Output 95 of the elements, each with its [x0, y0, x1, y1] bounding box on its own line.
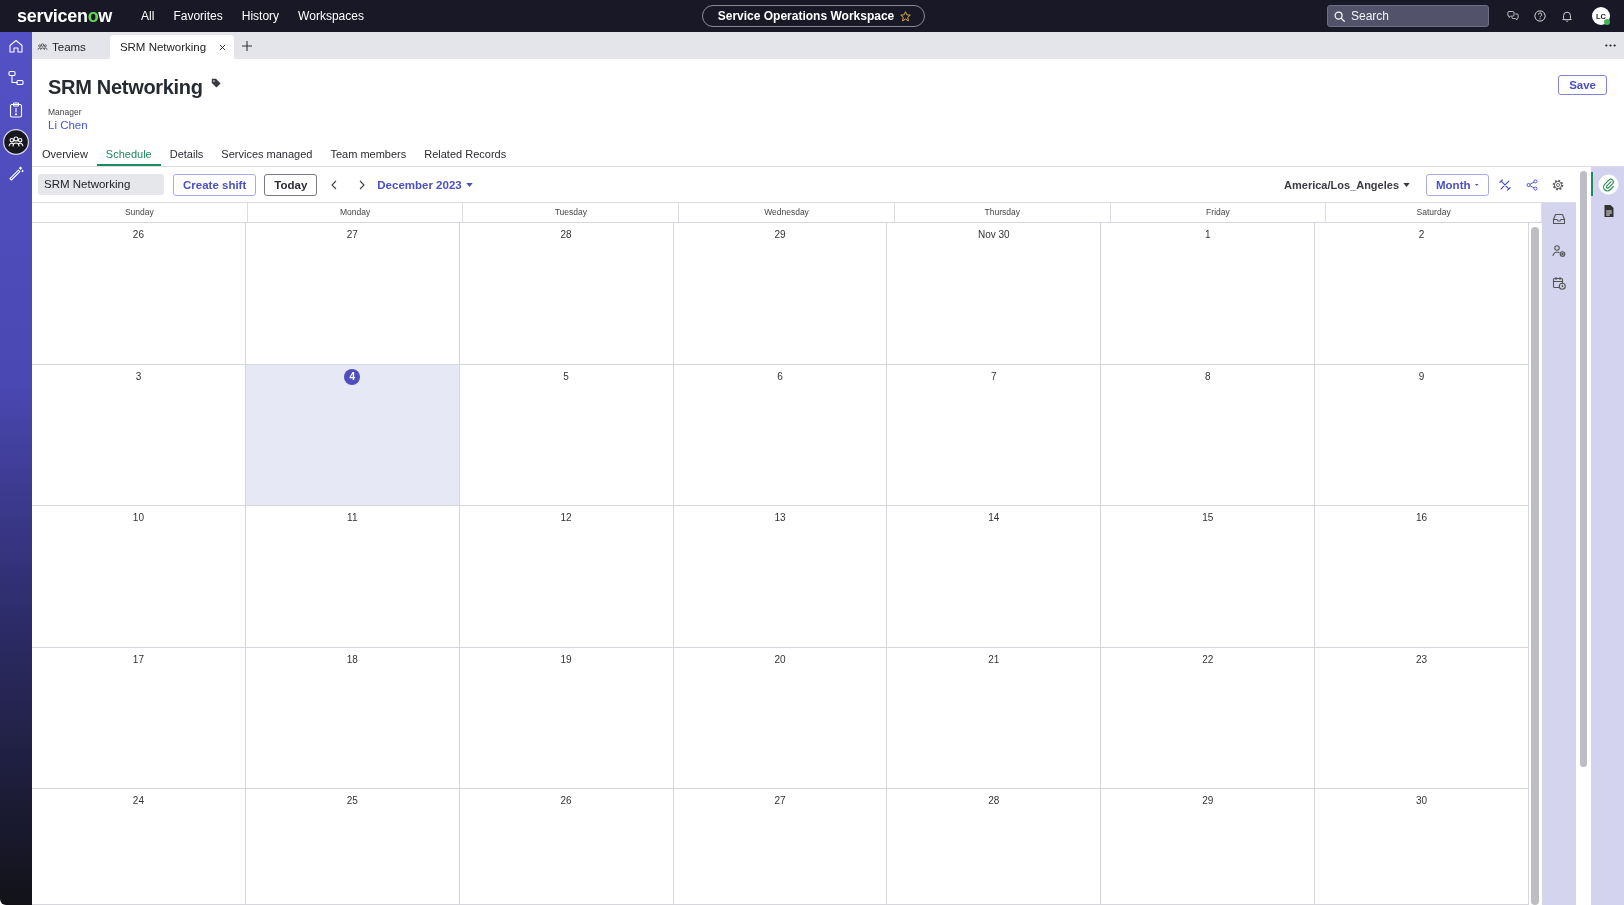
people-icon [3, 129, 29, 155]
chevron-left-icon[interactable] [331, 179, 338, 190]
settings-icon[interactable] [1552, 178, 1564, 191]
star-icon[interactable] [900, 10, 912, 22]
inbox-icon[interactable] [1552, 212, 1566, 226]
day-number: 23 [1416, 652, 1428, 667]
day-number: Nov 30 [978, 228, 1010, 242]
brand-logo[interactable]: servicenow [17, 6, 113, 26]
tab[interactable]: Overview [32, 140, 97, 166]
day-number: 26 [132, 228, 144, 242]
search-field[interactable]: Search [1327, 5, 1489, 27]
caret-icon [1403, 182, 1410, 187]
day-number: 29 [774, 228, 786, 242]
day-number: 5 [563, 369, 569, 384]
tab[interactable]: Services managed [212, 140, 322, 166]
rail-button[interactable] [0, 126, 32, 158]
date-dropdown[interactable]: December 2023 [377, 173, 473, 196]
day-number: 25 [346, 794, 358, 808]
share-icon[interactable] [1526, 178, 1538, 191]
weekday-header: Tuesday [463, 203, 680, 222]
day-number: 3 [135, 369, 142, 384]
workspace-tab[interactable]: Teams [33, 35, 110, 59]
close-icon[interactable] [219, 43, 227, 51]
manager-link[interactable]: Li Chen [48, 118, 221, 132]
tab[interactable]: Related Records [415, 140, 516, 166]
workspace-tab[interactable]: SRM Networking [109, 35, 235, 59]
view-dropdown[interactable]: Month [1426, 173, 1489, 196]
home-icon [8, 38, 24, 54]
day-number: 9 [1418, 369, 1425, 384]
plus-icon[interactable] [242, 40, 253, 51]
more-icon[interactable] [1605, 44, 1616, 47]
tab[interactable]: Schedule [96, 140, 161, 166]
day-number: 11 [347, 511, 358, 525]
day-number: 12 [560, 511, 572, 525]
day-number: 8 [1204, 369, 1211, 384]
day-number: 7 [991, 369, 997, 384]
weekday-header: Saturday [1326, 203, 1542, 222]
bell-icon[interactable] [1561, 10, 1573, 22]
day-number: 21 [988, 652, 1000, 667]
field-label: Manager [48, 107, 83, 117]
clipboard-icon [8, 102, 24, 118]
day-number: 17 [132, 652, 144, 667]
day-number: 22 [1202, 652, 1214, 667]
wand-icon [8, 166, 24, 182]
chat-icon[interactable] [1507, 10, 1519, 22]
search-icon [1334, 10, 1345, 22]
day-number: 10 [132, 511, 144, 525]
calendar-clock-icon[interactable] [1552, 276, 1566, 290]
weekday-header: Thursday [894, 203, 1111, 222]
chevron-right-icon[interactable] [359, 179, 366, 190]
tab[interactable]: Details [160, 140, 213, 166]
nav-link[interactable]: Workspaces [298, 8, 364, 24]
nav-link[interactable]: All [141, 8, 155, 24]
nav-link[interactable]: Favorites [173, 8, 223, 24]
scrollbar[interactable] [1531, 227, 1539, 905]
tag-icon [210, 78, 221, 88]
weekday-header: Wednesday [679, 203, 895, 222]
help-icon[interactable] [1534, 10, 1546, 22]
weekday-header: Friday [1110, 203, 1327, 222]
day-number: 19 [560, 652, 572, 667]
day-number: 28 [988, 794, 1000, 808]
person-gear-icon[interactable] [1552, 244, 1566, 258]
hierarchy-icon [8, 70, 24, 86]
today-button[interactable]: Today [264, 173, 318, 196]
timezone-dropdown[interactable]: America/Los_Angeles [1284, 173, 1410, 196]
day-number: 27 [346, 228, 358, 242]
weekday-header: Sunday [32, 203, 248, 222]
save-button[interactable]: Save [1558, 75, 1607, 95]
day-number: 30 [1416, 794, 1428, 808]
day-number: 18 [346, 652, 358, 667]
tab[interactable]: Team members [321, 140, 416, 166]
day-number: 13 [774, 511, 786, 525]
scrollbar[interactable] [1580, 171, 1587, 767]
day-number: 1 [1204, 228, 1211, 242]
day-number: 27 [774, 794, 786, 808]
day-number: 24 [132, 794, 144, 808]
day-number: 29 [1202, 794, 1214, 808]
nav-link[interactable]: History [241, 8, 280, 24]
day-number: 28 [560, 228, 572, 242]
record-title: SRM Networking [48, 75, 203, 99]
day-number: 2 [1418, 228, 1425, 242]
weekday-header: Monday [247, 203, 464, 222]
day-number: 16 [1416, 511, 1428, 525]
caret-icon [465, 182, 473, 187]
day-number: 6 [777, 369, 783, 384]
day-number: 26 [560, 794, 572, 808]
day-number: 14 [988, 511, 1000, 525]
team-select-field[interactable]: SRM Networking [38, 174, 164, 195]
people-icon [37, 43, 48, 51]
day-number: 4 [344, 368, 361, 385]
crossed-tools-icon[interactable] [1499, 178, 1511, 191]
create-shift-button[interactable]: Create shift [173, 173, 257, 196]
day-number: 15 [1202, 511, 1214, 525]
paperclip-icon [1598, 173, 1619, 195]
day-number: 20 [774, 652, 786, 667]
